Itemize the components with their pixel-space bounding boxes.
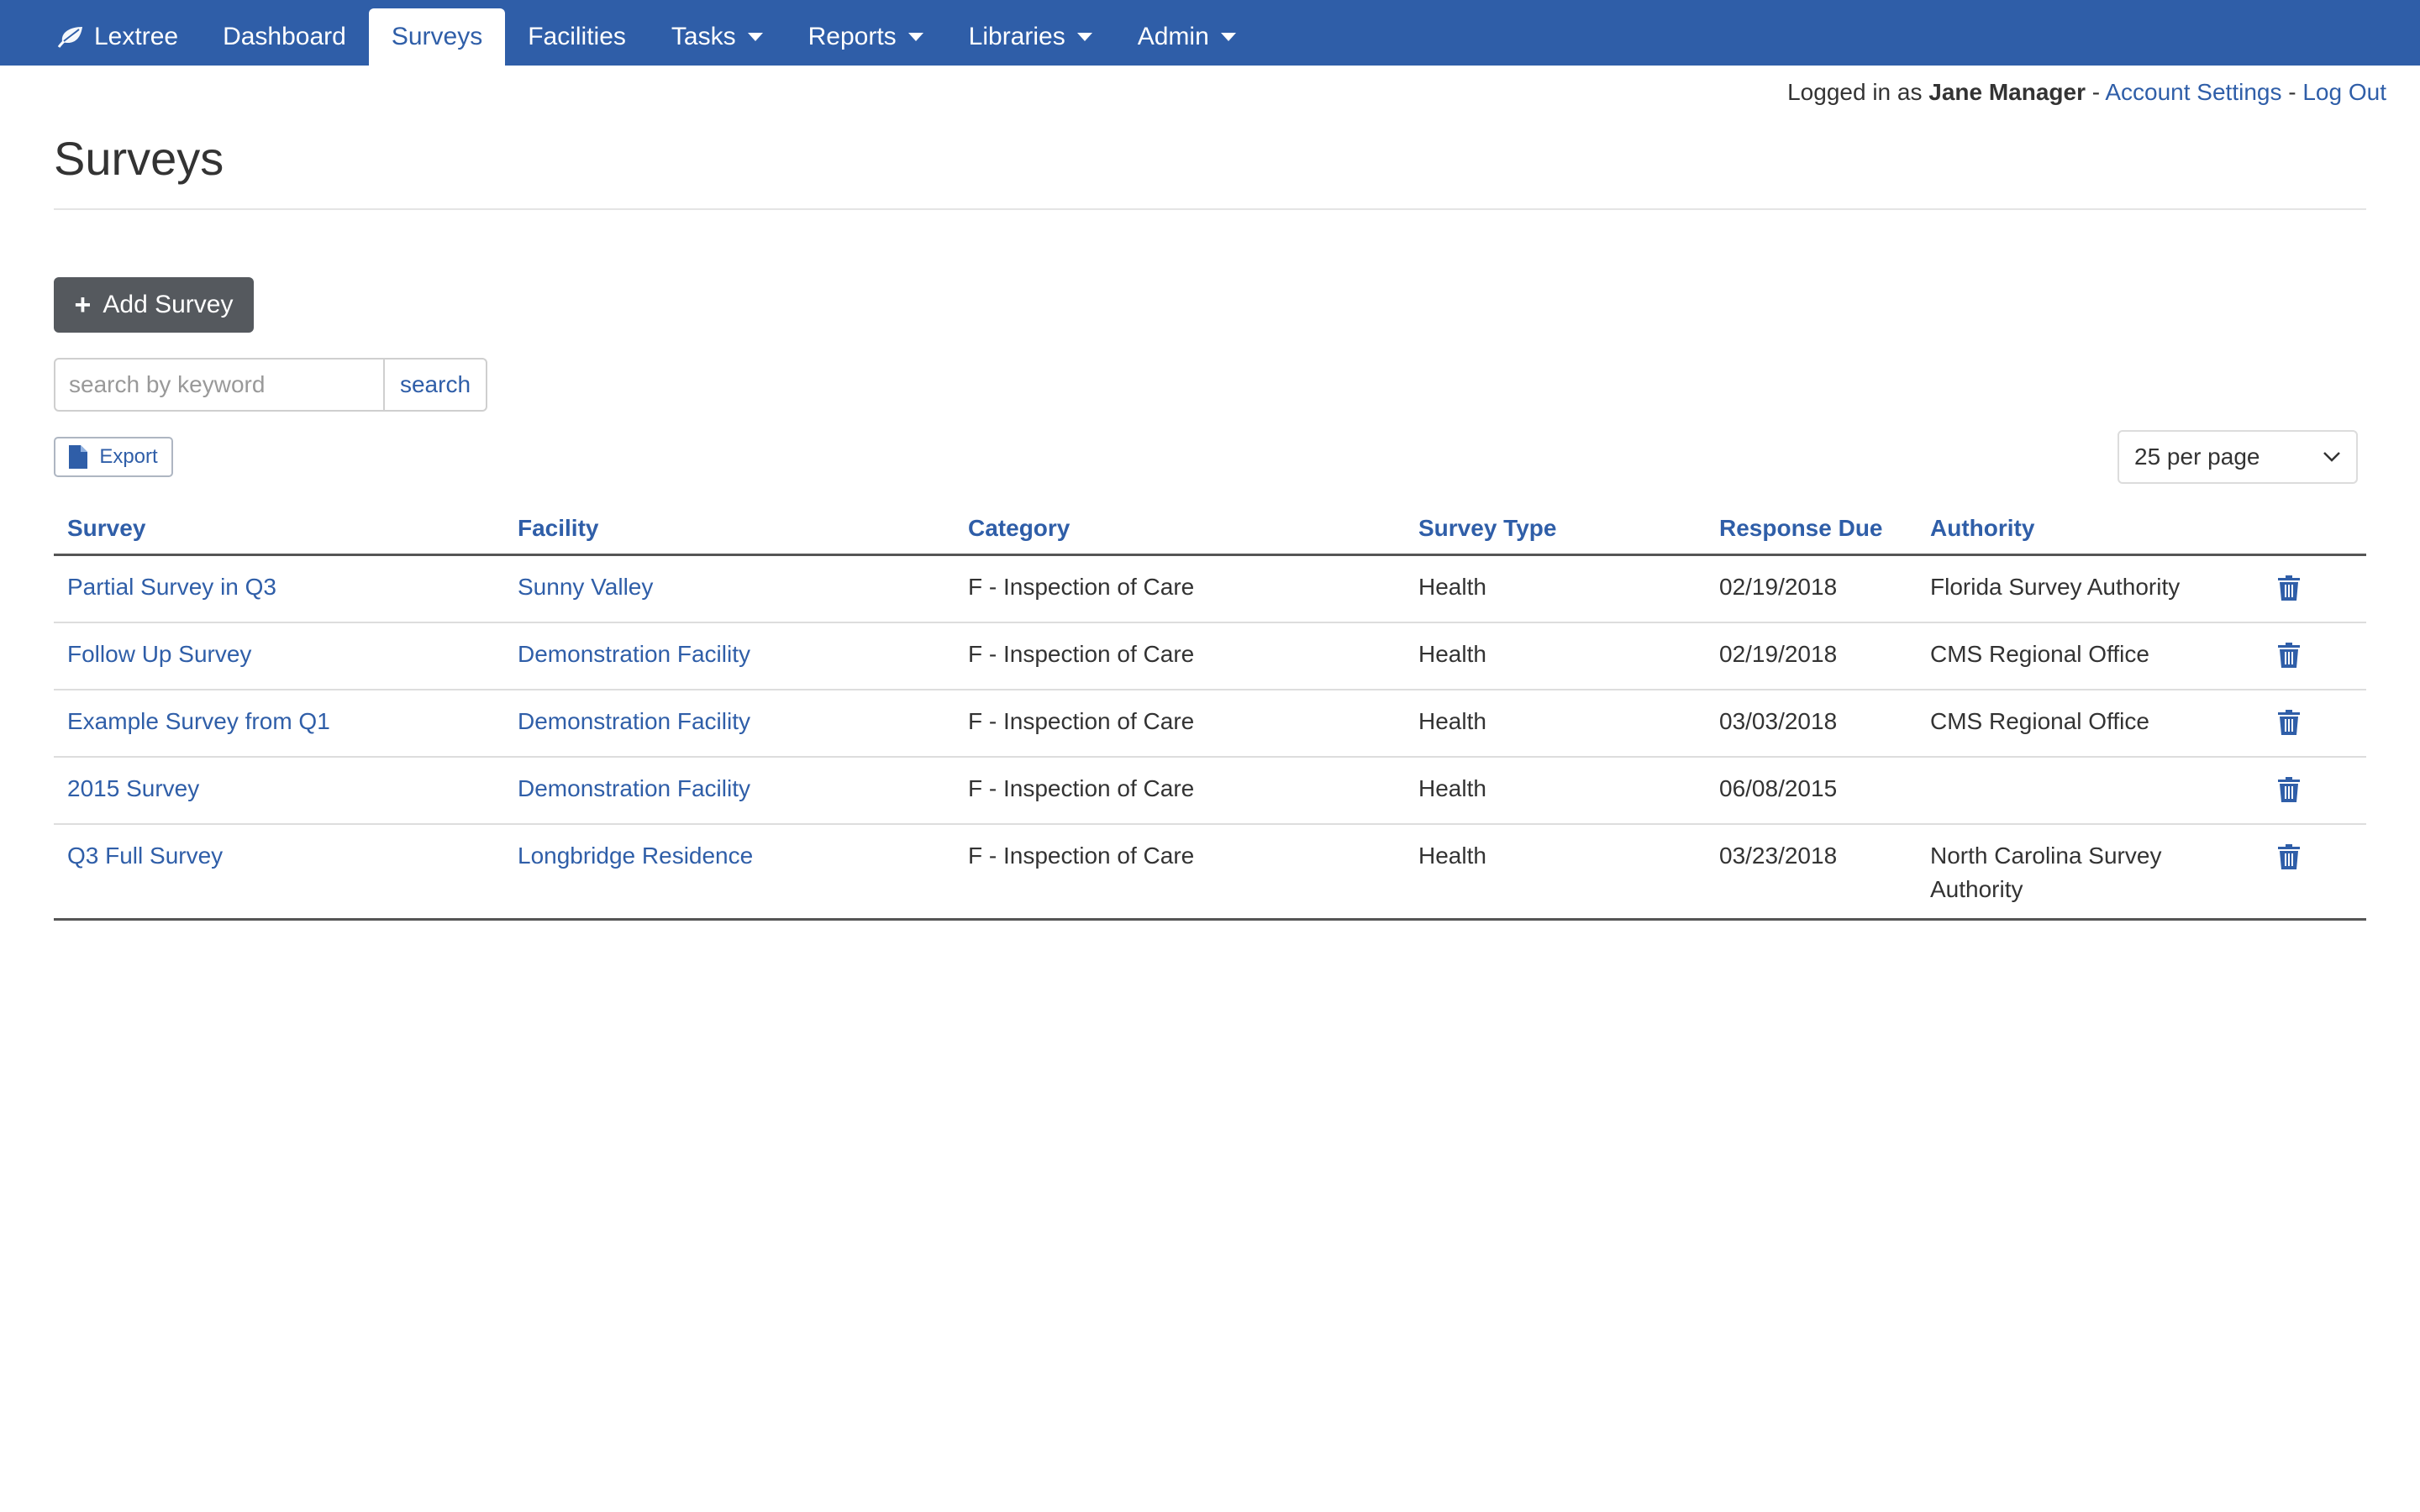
title-divider [54,208,2366,210]
trash-icon[interactable] [2278,710,2300,744]
authority-cell: North Carolina Survey Authority [1930,843,2162,902]
column-header-facility[interactable]: Facility [504,515,955,542]
category-cell: F - Inspection of Care [968,843,1195,869]
survey-link[interactable]: Follow Up Survey [67,641,251,667]
response-due-cell: 02/19/2018 [1719,641,1838,667]
nav-reports[interactable]: Reports [786,8,946,66]
category-cell: F - Inspection of Care [968,708,1195,734]
table-row: Partial Survey in Q3 Sunny Valley F - In… [54,556,2366,623]
account-settings-link[interactable]: Account Settings [2105,79,2281,105]
facility-link[interactable]: Longbridge Residence [518,843,753,869]
leaf-icon [57,27,82,48]
table-header: Survey Facility Category Survey Type Res… [54,502,2366,556]
nav-reports-label: Reports [808,23,897,50]
nav-facilities[interactable]: Facilities [505,8,649,66]
survey-link[interactable]: Q3 Full Survey [67,843,223,869]
nav-admin-label: Admin [1137,23,1209,50]
caret-down-icon [908,33,923,41]
category-cell: F - Inspection of Care [968,641,1195,667]
nav-dashboard[interactable]: Dashboard [200,8,369,66]
facility-link[interactable]: Demonstration Facility [518,641,750,667]
authority-cell: CMS Regional Office [1930,641,2149,667]
response-due-cell: 06/08/2015 [1719,775,1838,801]
column-header-response-due[interactable]: Response Due [1706,515,1917,542]
response-due-cell: 03/23/2018 [1719,843,1838,869]
response-due-cell: 02/19/2018 [1719,574,1838,600]
nav-tasks[interactable]: Tasks [649,8,786,66]
survey-type-cell: Health [1418,641,1486,667]
category-cell: F - Inspection of Care [968,574,1195,600]
brand-link[interactable]: Lextree [39,8,200,66]
nav-libraries[interactable]: Libraries [946,8,1115,66]
survey-link[interactable]: 2015 Survey [67,775,199,801]
authority-cell: CMS Regional Office [1930,708,2149,734]
trash-icon[interactable] [2278,777,2300,811]
user-bar: Logged in as Jane Manager - Account Sett… [1787,79,2386,106]
facility-link[interactable]: Demonstration Facility [518,708,750,734]
brand-label: Lextree [94,23,179,50]
nav-facilities-label: Facilities [528,23,626,50]
survey-type-cell: Health [1418,775,1486,801]
nav-surveys-label: Surveys [391,23,483,50]
trash-icon[interactable] [2278,643,2300,677]
trash-icon[interactable] [2278,844,2300,879]
page-title: Surveys [54,132,224,185]
table-row: 2015 Survey Demonstration Facility F - I… [54,758,2366,825]
nav-surveys[interactable]: Surveys [368,8,506,66]
file-icon [69,445,88,469]
column-header-category[interactable]: Category [955,515,1405,542]
chevron-down-icon [2323,452,2340,462]
column-header-survey[interactable]: Survey [54,515,504,542]
per-page-select[interactable]: 25 per page [2118,430,2358,484]
authority-cell [1917,772,2265,811]
response-due-cell: 03/03/2018 [1719,708,1838,734]
survey-link[interactable]: Partial Survey in Q3 [67,574,276,600]
per-page-value: 25 per page [2134,444,2260,470]
nav-libraries-label: Libraries [968,23,1065,50]
survey-type-cell: Health [1418,843,1486,869]
nav-admin[interactable]: Admin [1115,8,1259,66]
separator: - [2288,79,2296,105]
column-header-survey-type[interactable]: Survey Type [1405,515,1706,542]
search-button[interactable]: search [385,358,487,412]
logout-link[interactable]: Log Out [2302,79,2386,105]
column-header-authority[interactable]: Authority [1917,515,2265,542]
caret-down-icon [1076,33,1092,41]
nav-dashboard-label: Dashboard [223,23,346,50]
export-label: Export [99,445,158,468]
surveys-table: Survey Facility Category Survey Type Res… [54,502,2366,921]
plus-icon: + [74,289,92,321]
survey-type-cell: Health [1418,708,1486,734]
export-button[interactable]: Export [54,437,173,477]
add-survey-label: Add Survey [103,291,234,318]
facility-link[interactable]: Sunny Valley [518,574,653,600]
top-navbar: Lextree Dashboard Surveys Facilities Tas… [0,0,2420,66]
survey-type-cell: Health [1418,574,1486,600]
add-survey-button[interactable]: + Add Survey [54,277,254,333]
caret-down-icon [1220,33,1236,41]
separator: - [2091,79,2101,105]
category-cell: F - Inspection of Care [968,775,1195,801]
caret-down-icon [747,33,763,41]
survey-link[interactable]: Example Survey from Q1 [67,708,330,734]
search-input[interactable] [54,358,385,412]
search-group: search [54,358,487,412]
table-row: Follow Up Survey Demonstration Facility … [54,623,2366,690]
logged-in-prefix: Logged in as [1787,79,1923,105]
trash-icon[interactable] [2278,575,2300,610]
facility-link[interactable]: Demonstration Facility [518,775,750,801]
table-row: Example Survey from Q1 Demonstration Fac… [54,690,2366,758]
nav-tasks-label: Tasks [671,23,736,50]
user-name: Jane Manager [1928,79,2086,105]
table-row: Q3 Full Survey Longbridge Residence F - … [54,825,2366,921]
authority-cell: Florida Survey Authority [1930,574,2181,600]
